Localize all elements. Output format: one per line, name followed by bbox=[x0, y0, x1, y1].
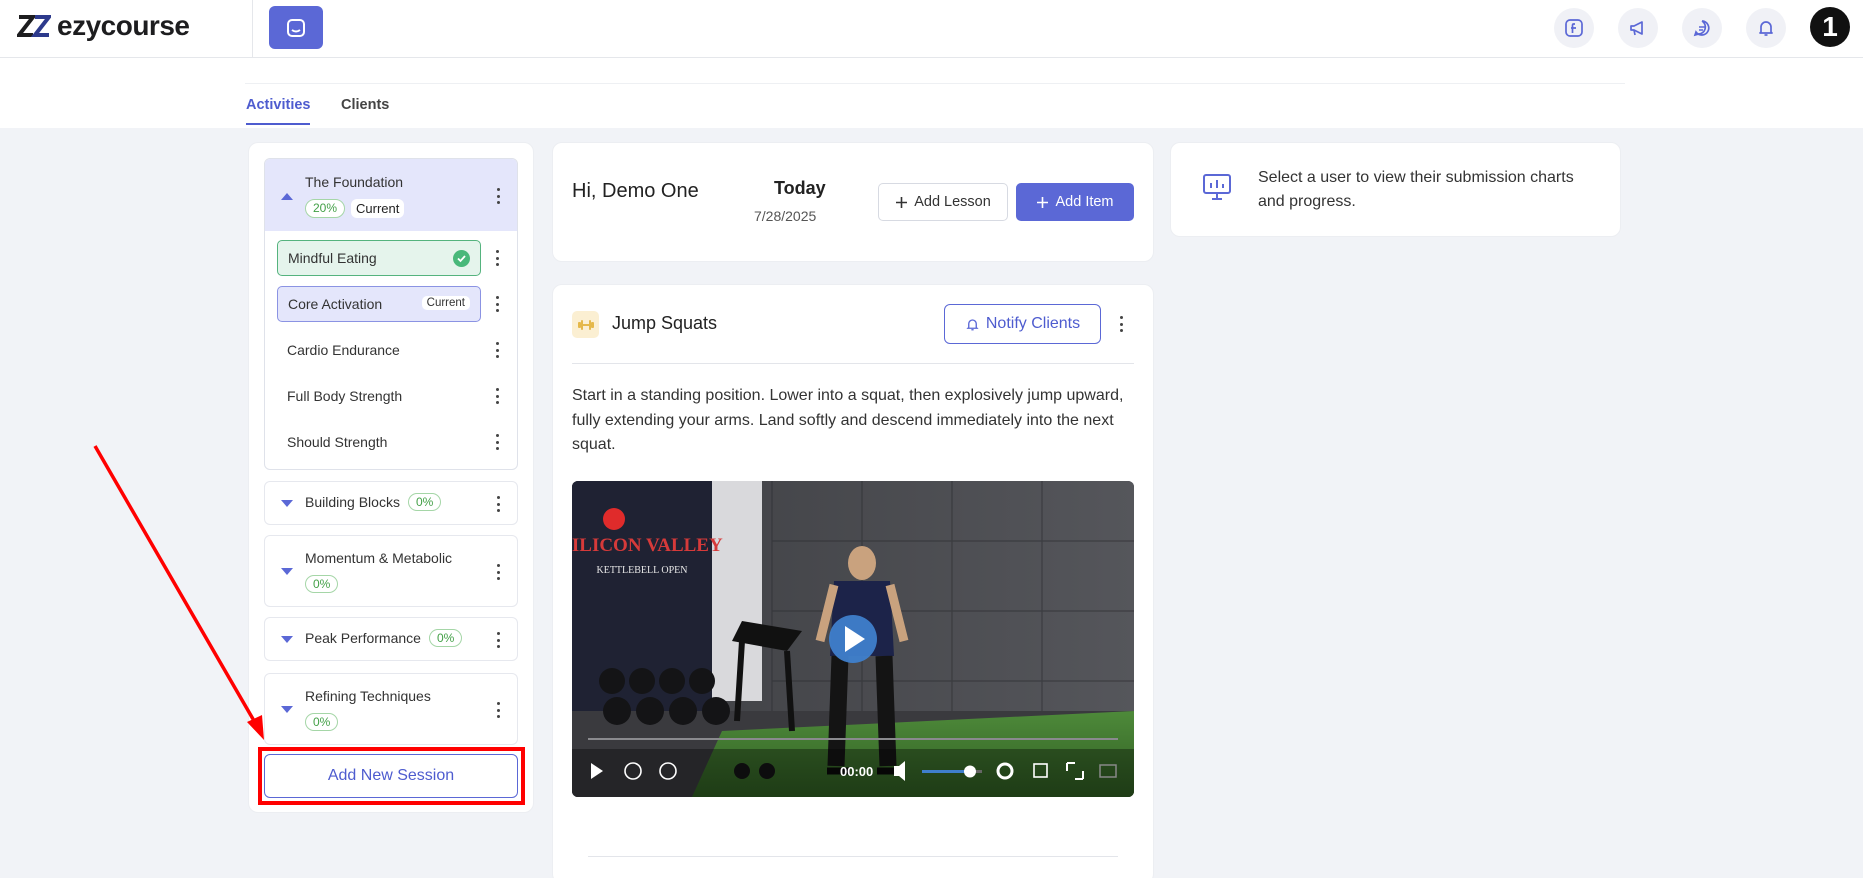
volume-fill bbox=[922, 770, 970, 773]
expand-caret-icon[interactable] bbox=[281, 706, 293, 713]
volume-knob bbox=[964, 765, 976, 778]
check-icon bbox=[453, 250, 470, 267]
lesson-core-activation[interactable]: Core Activation Current bbox=[277, 286, 481, 322]
more-icon[interactable] bbox=[495, 296, 499, 312]
more-icon[interactable] bbox=[495, 388, 499, 404]
tab-clients[interactable]: Clients bbox=[341, 97, 389, 123]
chart-monitor-icon bbox=[1202, 172, 1232, 207]
session-title: Refining Techniques bbox=[305, 688, 431, 704]
add-lesson-label: Add Lesson bbox=[914, 194, 991, 210]
bell-icon bbox=[966, 318, 979, 330]
session-refining-techniques[interactable]: Refining Techniques 0% bbox=[264, 673, 518, 745]
current-badge: Current bbox=[421, 296, 470, 310]
expand-caret-icon[interactable] bbox=[281, 636, 293, 643]
progress-badge: 0% bbox=[305, 713, 339, 731]
more-icon[interactable] bbox=[495, 342, 499, 358]
expand-caret-icon[interactable] bbox=[281, 568, 293, 575]
plus-icon bbox=[896, 196, 908, 208]
top-bar: ezycourse 1 bbox=[0, 0, 1863, 58]
lesson-full-body-strength[interactable]: Full Body Strength bbox=[277, 378, 481, 414]
video-player[interactable]: SILICON VALLEY KETTLEBELL OPEN 00:00 bbox=[572, 481, 1134, 797]
banner-subtitle: KETTLEBELL OPEN bbox=[596, 565, 687, 576]
more-icon[interactable] bbox=[495, 250, 499, 266]
greeting-text: Hi, Demo One bbox=[572, 180, 699, 202]
notify-label: Notify Clients bbox=[985, 315, 1081, 332]
add-lesson-button[interactable]: Add Lesson bbox=[878, 183, 1008, 221]
chat-icon bbox=[1693, 20, 1710, 37]
progress-badge: 0% bbox=[407, 493, 442, 511]
announcements-button[interactable] bbox=[1618, 8, 1658, 48]
session-title: Peak Performance bbox=[305, 630, 421, 646]
progress-badge: 0% bbox=[305, 575, 339, 593]
video-frame: SILICON VALLEY KETTLEBELL OPEN 00:00 bbox=[572, 481, 1134, 797]
lesson-mindful-eating[interactable]: Mindful Eating bbox=[277, 240, 481, 276]
notifications-button[interactable] bbox=[1746, 8, 1786, 48]
session-header[interactable]: The Foundation 20% Current bbox=[265, 159, 517, 231]
logo[interactable]: ezycourse bbox=[17, 10, 190, 42]
lesson-label: Cardio Endurance bbox=[287, 342, 400, 358]
dumbbell-icon bbox=[572, 311, 599, 338]
lesson-label: Mindful Eating bbox=[288, 250, 377, 266]
session-building-blocks[interactable]: Building Blocks 0% bbox=[264, 481, 518, 525]
more-icon[interactable] bbox=[496, 564, 500, 580]
tab-activities[interactable]: Activities bbox=[246, 97, 311, 125]
ez-logo-icon bbox=[17, 15, 51, 37]
progress-badge: 20% bbox=[305, 199, 346, 218]
plus-icon bbox=[1037, 196, 1049, 208]
notify-clients-button[interactable]: Notify Clients bbox=[944, 304, 1101, 344]
add-item-label: Add Item bbox=[1055, 194, 1114, 210]
date-label: 7/28/2025 bbox=[754, 208, 817, 224]
more-icon[interactable] bbox=[496, 496, 500, 512]
highlight-box bbox=[258, 747, 525, 805]
messages-button[interactable] bbox=[1682, 8, 1722, 48]
today-label: Today bbox=[774, 178, 826, 198]
lesson-label: Should Strength bbox=[287, 434, 388, 450]
avatar[interactable]: 1 bbox=[1810, 7, 1850, 47]
divider bbox=[572, 363, 1134, 364]
more-icon[interactable] bbox=[1119, 316, 1123, 332]
facebook-icon bbox=[1565, 19, 1583, 37]
session-title: The Foundation bbox=[305, 174, 404, 190]
video-time: 00:00 bbox=[840, 764, 873, 779]
session-row: Building Blocks 0% bbox=[305, 493, 442, 511]
more-icon[interactable] bbox=[496, 188, 500, 204]
item-description: Start in a standing position. Lower into… bbox=[572, 387, 1124, 453]
header-divider bbox=[252, 0, 253, 57]
divider bbox=[588, 856, 1118, 857]
course-icon bbox=[287, 18, 305, 37]
session-row: Peak Performance 0% bbox=[305, 629, 463, 647]
current-badge: Current bbox=[351, 199, 405, 218]
collapse-caret-icon[interactable] bbox=[281, 193, 293, 200]
logo-text: ezycourse bbox=[57, 10, 190, 41]
session-badges: 20% Current bbox=[305, 199, 405, 218]
more-icon[interactable] bbox=[495, 434, 499, 450]
facebook-button[interactable] bbox=[1554, 8, 1594, 48]
expand-caret-icon[interactable] bbox=[281, 500, 293, 507]
lesson-should-strength[interactable]: Should Strength bbox=[277, 424, 481, 460]
megaphone-icon bbox=[1630, 21, 1643, 36]
submission-info-text: Select a user to view their submission c… bbox=[1258, 169, 1574, 210]
lesson-cardio-endurance[interactable]: Cardio Endurance bbox=[277, 332, 481, 368]
progress-badge: 0% bbox=[428, 629, 463, 647]
session-title: Momentum & Metabolic bbox=[305, 550, 453, 566]
more-icon[interactable] bbox=[496, 702, 500, 718]
bell-icon bbox=[1759, 21, 1773, 36]
session-title: Building Blocks bbox=[305, 494, 400, 510]
course-switch-button[interactable] bbox=[269, 6, 323, 49]
add-item-button[interactable]: Add Item bbox=[1016, 183, 1134, 221]
session-momentum-metabolic[interactable]: Momentum & Metabolic 0% bbox=[264, 535, 518, 607]
banner-title: SILICON VALLEY bbox=[572, 535, 723, 556]
lesson-label: Core Activation bbox=[288, 296, 383, 312]
session-peak-performance[interactable]: Peak Performance 0% bbox=[264, 617, 518, 661]
lesson-label: Full Body Strength bbox=[287, 388, 403, 404]
more-icon[interactable] bbox=[496, 632, 500, 648]
item-title: Jump Squats bbox=[612, 313, 718, 333]
subheader-line bbox=[245, 83, 1625, 84]
